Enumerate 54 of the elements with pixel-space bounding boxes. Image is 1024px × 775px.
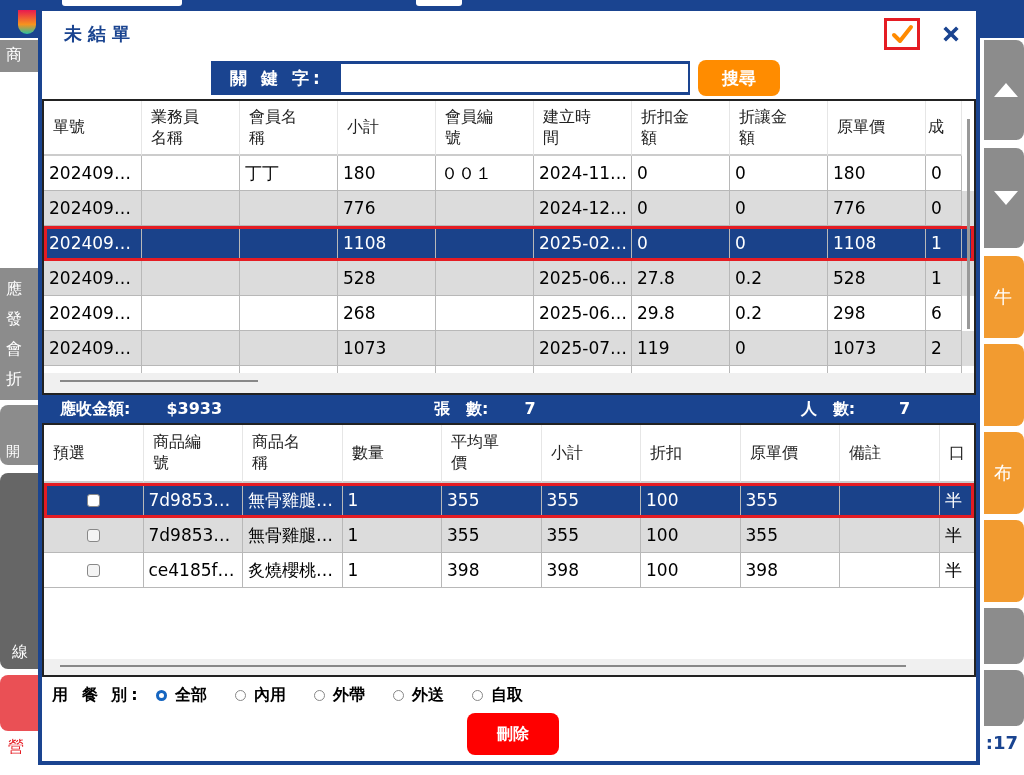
scrollbar-thumb[interactable] bbox=[967, 119, 970, 329]
side-label: 會 bbox=[5, 338, 23, 360]
side-button[interactable]: 線 bbox=[0, 473, 38, 669]
scrollbar-thumb[interactable] bbox=[60, 380, 258, 382]
dining-label: 用 餐 別: bbox=[52, 684, 142, 706]
summary-value: 7 bbox=[899, 398, 911, 420]
side-label: 折 bbox=[5, 368, 23, 390]
radio-icon[interactable] bbox=[313, 689, 325, 701]
close-icon[interactable] bbox=[942, 25, 960, 43]
table-row[interactable]: ce4185f… 炙燒櫻桃… 1 398 398 100 398 半 bbox=[44, 553, 974, 588]
table-cell: 炙燒櫻桃… bbox=[243, 553, 343, 588]
dialog-title: 未結單 bbox=[64, 22, 136, 46]
table-cell: 398 bbox=[740, 553, 840, 588]
radio-option[interactable]: 自取 bbox=[471, 684, 523, 706]
check-icon[interactable] bbox=[884, 18, 920, 50]
clock-text: :17 bbox=[985, 732, 1019, 753]
scroll-up-button[interactable] bbox=[984, 40, 1024, 140]
radio-option[interactable]: 外帶 bbox=[313, 684, 365, 706]
side-label: 商 bbox=[5, 45, 22, 64]
radio-icon[interactable] bbox=[471, 689, 483, 701]
table-row[interactable]: 202409… 1108 2025-02… 0 0 1108 1 bbox=[44, 226, 974, 261]
table-row[interactable]: 202409… 528 2025-06… 27.8 0.2 528 1 bbox=[44, 261, 974, 296]
radio-option[interactable]: 外送 bbox=[392, 684, 444, 706]
summary-label: 張 數: bbox=[434, 398, 489, 420]
radio-option[interactable]: 內用 bbox=[234, 684, 286, 706]
table-row[interactable]: 202409… 1073 2025-07… 119 0 1073 2 bbox=[44, 331, 974, 366]
radio-icon[interactable] bbox=[234, 689, 246, 701]
table-cell: ce4185f… bbox=[143, 553, 243, 588]
summary-value: 7 bbox=[524, 398, 536, 420]
table-row[interactable]: 7d9853… 無骨雞腿… 1 355 355 100 355 半 bbox=[44, 518, 974, 553]
table-row[interactable]: 7d9853… 無骨雞腿… 1 355 355 100 355 半 bbox=[44, 483, 974, 518]
radio-icon[interactable] bbox=[392, 689, 404, 701]
logo-icon bbox=[18, 10, 36, 34]
table-cell: 半 bbox=[939, 553, 974, 588]
checkbox[interactable] bbox=[86, 493, 100, 507]
radio-option[interactable]: 全部 bbox=[155, 684, 207, 706]
summary-label: 應收金額: bbox=[60, 398, 131, 420]
side-label: 應 bbox=[5, 278, 23, 300]
search-field[interactable]: 關 鍵 字: bbox=[211, 61, 690, 95]
scrollbar-thumb[interactable] bbox=[60, 665, 906, 667]
checkbox[interactable] bbox=[86, 563, 100, 577]
side-label: 發 bbox=[5, 308, 23, 330]
radio-icon[interactable] bbox=[155, 689, 167, 701]
delete-button[interactable]: 刪除 bbox=[467, 713, 559, 755]
scroll-down-button[interactable] bbox=[984, 148, 1024, 248]
table-cell: 398 bbox=[442, 553, 542, 588]
summary-label: 人 數: bbox=[800, 398, 856, 420]
summary-value: $3933 bbox=[166, 398, 223, 420]
checkbox[interactable] bbox=[86, 528, 100, 542]
table-cell: 1 bbox=[342, 553, 442, 588]
table-row[interactable]: 202409… 776 2024-12… 0 0 776 0 bbox=[44, 191, 974, 226]
table-cell: 100 bbox=[641, 553, 741, 588]
table-cell: 398 bbox=[541, 553, 641, 588]
status-text: 營 bbox=[7, 736, 25, 758]
